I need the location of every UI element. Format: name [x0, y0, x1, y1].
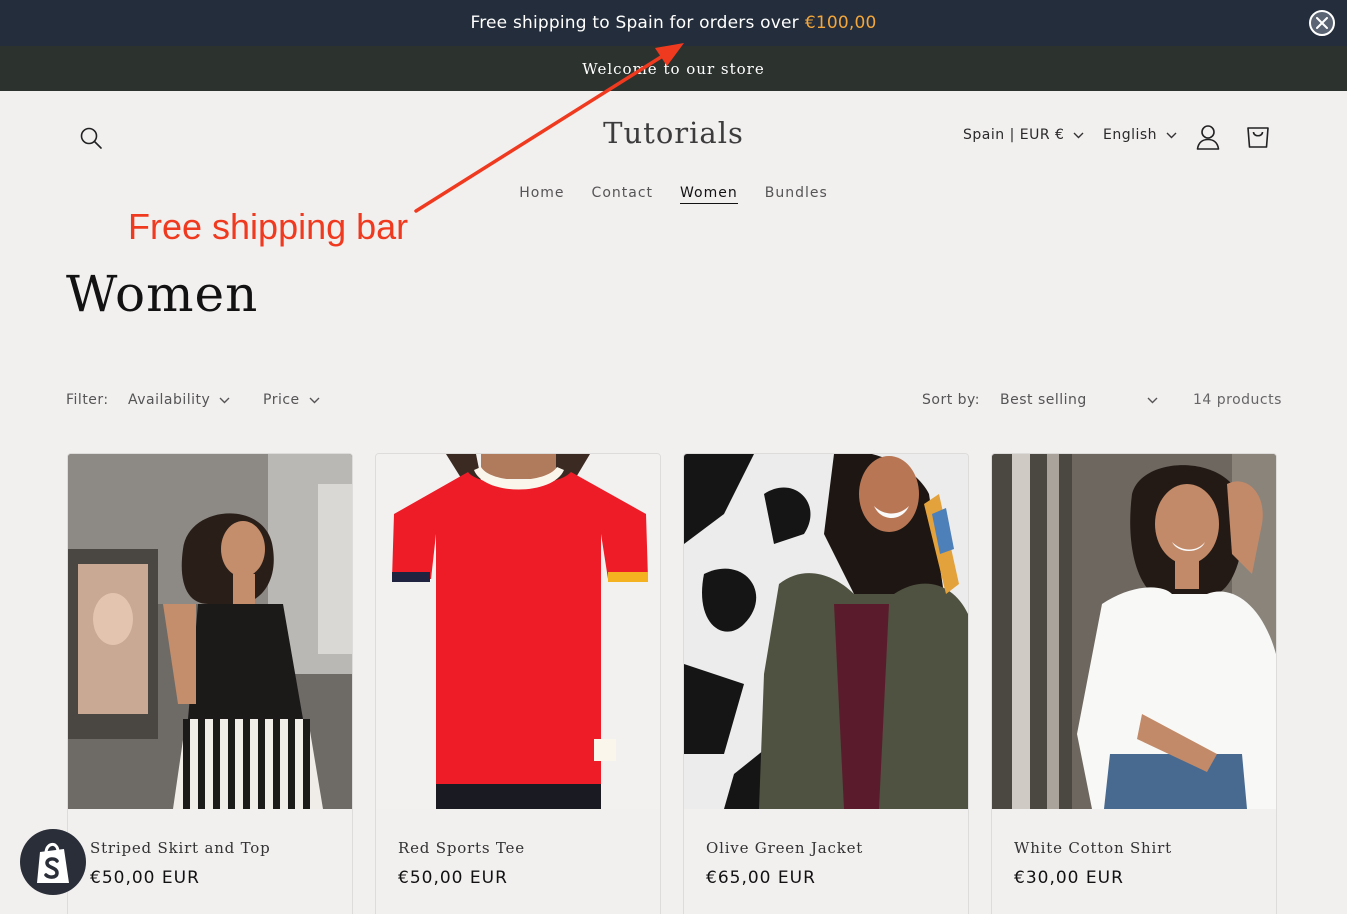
shopify-badge-button[interactable] [20, 829, 86, 895]
nav-item-home[interactable]: Home [519, 185, 564, 204]
product-card-red-sports-tee[interactable]: Red Sports Tee €50,00 EUR [375, 453, 661, 914]
main-navigation: Home Contact Women Bundles [0, 185, 1347, 204]
product-image [376, 454, 660, 809]
announcement-bar: Welcome to our store [0, 46, 1347, 91]
product-name: White Cotton Shirt [1014, 839, 1172, 857]
product-name: Olive Green Jacket [706, 839, 864, 857]
product-card-white-cotton-shirt[interactable]: White Cotton Shirt €30,00 EUR [991, 453, 1277, 914]
product-image [992, 454, 1276, 809]
chevron-down-icon [1166, 132, 1177, 138]
product-card-striped-skirt[interactable]: Striped Skirt and Top €50,00 EUR [67, 453, 353, 914]
availability-filter-dropdown[interactable]: Availability [128, 392, 230, 408]
close-shipping-bar-button[interactable] [1309, 10, 1335, 36]
nav-item-bundles[interactable]: Bundles [765, 185, 828, 204]
country-selector[interactable]: Spain | EUR € [963, 127, 1084, 143]
product-image [684, 454, 968, 809]
price-filter-label: Price [263, 392, 300, 408]
nav-item-contact[interactable]: Contact [592, 185, 653, 204]
sort-label: Sort by: [922, 392, 981, 408]
product-name: Striped Skirt and Top [90, 839, 271, 857]
announcement-text: Welcome to our store [582, 59, 765, 78]
chevron-down-icon [309, 397, 320, 403]
nav-item-women[interactable]: Women [680, 185, 738, 204]
account-icon [1196, 125, 1220, 150]
product-price: €50,00 EUR [90, 868, 200, 888]
collection-title: Women [66, 265, 259, 323]
language-selector-label: English [1103, 127, 1158, 143]
language-selector[interactable]: English [1103, 127, 1177, 143]
store-logo-link[interactable]: Tutorials [603, 116, 744, 150]
product-name: Red Sports Tee [398, 839, 525, 857]
shipping-threshold-amount: €100,00 [804, 13, 877, 33]
product-price: €65,00 EUR [706, 868, 816, 888]
product-count: 14 products [1193, 392, 1282, 408]
close-icon [1316, 17, 1328, 29]
free-shipping-bar: Free shipping to Spain for orders over €… [0, 0, 1347, 46]
country-selector-label: Spain | EUR € [963, 127, 1065, 143]
filter-label: Filter: [66, 392, 109, 408]
product-card-olive-green-jacket[interactable]: Olive Green Jacket €65,00 EUR [683, 453, 969, 914]
sort-select[interactable]: Best selling [1000, 392, 1158, 408]
availability-filter-label: Availability [128, 392, 211, 408]
chevron-down-icon [219, 397, 230, 403]
product-image [68, 454, 352, 809]
price-filter-dropdown[interactable]: Price [263, 392, 320, 408]
chevron-down-icon [1147, 397, 1158, 403]
product-price: €50,00 EUR [398, 868, 508, 888]
sort-select-value: Best selling [1000, 392, 1087, 408]
product-price: €30,00 EUR [1014, 868, 1124, 888]
account-button[interactable] [1195, 123, 1221, 151]
shipping-bar-text: Free shipping to Spain for orders over [470, 13, 799, 33]
shopify-bag-icon [37, 843, 69, 883]
annotation-label: Free shipping bar [128, 206, 409, 247]
cart-icon [1247, 127, 1269, 148]
cart-button[interactable] [1244, 123, 1272, 151]
chevron-down-icon [1073, 132, 1084, 138]
